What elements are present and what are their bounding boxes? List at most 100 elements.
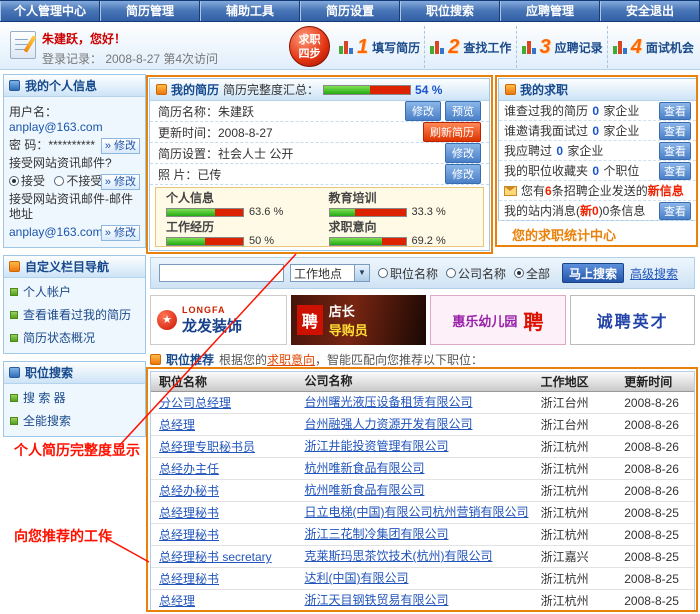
sidebar-item-searcher[interactable]: 搜 索 器 xyxy=(4,386,145,409)
radio-position[interactable] xyxy=(378,268,388,278)
job-position-link[interactable]: 总经理秘书 xyxy=(159,506,219,520)
banner-ads: ★ LONGFA龙发装饰 聘 店长导购员 惠乐幼儿园 聘 诚聘英才 xyxy=(150,295,695,345)
user-icon xyxy=(9,80,20,91)
panel-title: 职位搜索 xyxy=(25,364,73,381)
section-job-intent: 求职意向 69.2 % xyxy=(329,221,474,247)
modify-setting-button[interactable]: 修改 xyxy=(445,143,481,163)
sidebar-item-who-viewed-resume[interactable]: 查看谁看过我的简历 xyxy=(4,303,145,326)
nav-application-management[interactable]: 应聘管理 xyxy=(500,1,600,21)
job-date: 2008-8-26 xyxy=(620,396,694,410)
arrow-bullet-icon xyxy=(10,394,18,402)
section-name: 工作经历 xyxy=(166,221,311,234)
row-text: 家企业 xyxy=(564,144,603,158)
nav-resume-management[interactable]: 简历管理 xyxy=(100,1,200,21)
newsletter-question: 接受网站资讯邮件? xyxy=(9,156,140,171)
step-interview-chance[interactable]: 4 面试机会 xyxy=(608,26,698,68)
sidebar-item-account[interactable]: 个人帐户 xyxy=(4,280,145,303)
job-position-link[interactable]: 总经理专职秘书员 xyxy=(159,440,255,454)
sidebar-item-omni-search[interactable]: 全能搜索 xyxy=(4,409,145,432)
job-company-link[interactable]: 台州融强人力资源开发有限公司 xyxy=(304,417,472,431)
arrow-bullet-icon xyxy=(10,417,18,425)
password-mask: ********** xyxy=(48,138,95,152)
job-date: 2008-8-25 xyxy=(620,594,694,608)
step-fill-resume[interactable]: 1 填写简历 xyxy=(334,26,425,68)
job-company-link[interactable]: 杭州唯新食品有限公司 xyxy=(304,461,424,475)
radio-all[interactable] xyxy=(514,268,524,278)
view-button[interactable]: 查看 xyxy=(659,162,691,180)
section-name: 个人信息 xyxy=(166,192,311,205)
job-intent-link[interactable]: 求职意向 xyxy=(267,353,315,367)
table-row: 总经办主任 杭州唯新食品有限公司 浙江杭州 2008-8-26 xyxy=(151,458,694,480)
preview-resume-button[interactable]: 预览 xyxy=(445,101,481,121)
banner-kindergarten[interactable]: 惠乐幼儿园 聘 xyxy=(430,295,567,345)
modify-email-button[interactable]: » 修改 xyxy=(101,225,140,241)
job-position-link[interactable]: 总经理秘书 secretary xyxy=(159,550,272,564)
job-recommendation-header: 职位推荐 根据您的求职意向，智能匹配向您推荐以下职位： xyxy=(150,351,695,367)
job-position-link[interactable]: 分公司总经理 xyxy=(159,396,231,410)
job-search-body: 搜 索 器 全能搜索 xyxy=(4,384,145,436)
radio-position-option[interactable]: 职位名称 xyxy=(378,265,438,282)
step-find-job[interactable]: 2 查找工作 xyxy=(425,26,516,68)
bar-chart-icon xyxy=(613,40,627,54)
row-text: 家企业 xyxy=(600,104,639,118)
job-position-link[interactable]: 总经理 xyxy=(159,594,195,608)
table-row: 总经理 浙江天目钢铁贸易有限公司 浙江杭州 2008-8-25 xyxy=(151,590,694,612)
row-text: 我应聘过 xyxy=(504,144,555,158)
view-button[interactable]: 查看 xyxy=(659,102,691,120)
modify-photo-button[interactable]: 修改 xyxy=(445,164,481,184)
modify-resume-button[interactable]: 修改 xyxy=(405,101,441,121)
nav-personal-center[interactable]: 个人管理中心 xyxy=(0,1,100,21)
modify-newsletter-button[interactable]: » 修改 xyxy=(101,174,140,190)
nav-tools[interactable]: 辅助工具 xyxy=(200,1,300,21)
section-progress-bar xyxy=(329,208,407,217)
keyword-input[interactable] xyxy=(159,264,284,282)
step-application-record[interactable]: 3 应聘记录 xyxy=(517,26,608,68)
modify-password-button[interactable]: » 修改 xyxy=(101,138,140,154)
accept-radio[interactable] xyxy=(9,176,19,186)
radio-company-option[interactable]: 公司名称 xyxy=(446,265,506,282)
reject-radio[interactable] xyxy=(54,176,64,186)
job-company-link[interactable]: 台州曙光液压设备租赁有限公司 xyxy=(304,395,472,409)
refresh-resume-button[interactable]: 刷新简历 xyxy=(423,122,481,142)
job-company-link[interactable]: 达利(中国)有限公司 xyxy=(304,571,408,585)
my-resume-title: 我的简历 xyxy=(171,81,219,98)
job-company-link[interactable]: 浙江天目钢铁贸易有限公司 xyxy=(304,593,448,607)
location-select[interactable]: 工作地点 ▼ xyxy=(290,264,370,282)
radio-all-option[interactable]: 全部 xyxy=(514,265,550,282)
job-position-link[interactable]: 总经办主任 xyxy=(159,462,219,476)
job-company-link[interactable]: 浙江三花制冷集团有限公司 xyxy=(304,527,448,541)
banner-store-manager[interactable]: 聘 店长导购员 xyxy=(291,295,426,345)
search-now-button[interactable]: 马上搜索 xyxy=(562,263,624,283)
top-navigation: 个人管理中心 简历管理 辅助工具 简历设置 职位搜索 应聘管理 安全退出 xyxy=(0,0,700,22)
notice-highlight: 新信息 xyxy=(648,184,684,198)
section-progress-bar xyxy=(329,237,407,246)
section-progress-bar xyxy=(166,208,244,217)
radio-label: 全部 xyxy=(526,265,550,282)
job-company-link[interactable]: 浙江井能投资管理有限公司 xyxy=(304,439,448,453)
bar-chart-icon xyxy=(522,40,536,54)
panel-custom-nav: 自定义栏目导航 个人帐户 查看谁看过我的简历 简历状态概况 xyxy=(3,255,146,354)
advanced-search-link[interactable]: 高级搜索 xyxy=(630,265,678,282)
banner-recruit-talent[interactable]: 诚聘英才 xyxy=(570,295,695,345)
nav-resume-settings[interactable]: 简历设置 xyxy=(300,1,400,21)
nav-job-search[interactable]: 职位搜索 xyxy=(400,1,500,21)
view-button[interactable]: 查看 xyxy=(659,122,691,140)
job-position-link[interactable]: 总经理 xyxy=(159,418,195,432)
radio-company[interactable] xyxy=(446,268,456,278)
job-position-link[interactable]: 总经理秘书 xyxy=(159,528,219,542)
panel-job-search: 职位搜索 搜 索 器 全能搜索 xyxy=(3,361,146,437)
job-position-link[interactable]: 总经办秘书 xyxy=(159,484,219,498)
view-button[interactable]: 查看 xyxy=(659,202,691,220)
job-position-link[interactable]: 总经理秘书 xyxy=(159,572,219,586)
nav-logout[interactable]: 安全退出 xyxy=(600,1,700,21)
email-caption: 接受网站资讯邮件-邮件地址 xyxy=(9,192,140,222)
arrow-bullet-icon xyxy=(10,334,18,342)
sidebar-item-resume-status[interactable]: 简历状态概况 xyxy=(4,326,145,349)
section-percent: 33.3 % xyxy=(412,206,446,218)
job-company-link[interactable]: 克莱斯玛思茶饮技术(杭州)有限公司 xyxy=(304,549,492,563)
banner-longfa-decoration[interactable]: ★ LONGFA龙发装饰 xyxy=(150,295,287,345)
view-button[interactable]: 查看 xyxy=(659,142,691,160)
job-company-link[interactable]: 杭州唯新食品有限公司 xyxy=(304,483,424,497)
job-company-link[interactable]: 日立电梯(中国)有限公司杭州营销有限公司 xyxy=(304,505,528,519)
job-region: 浙江杭州 xyxy=(537,482,621,499)
